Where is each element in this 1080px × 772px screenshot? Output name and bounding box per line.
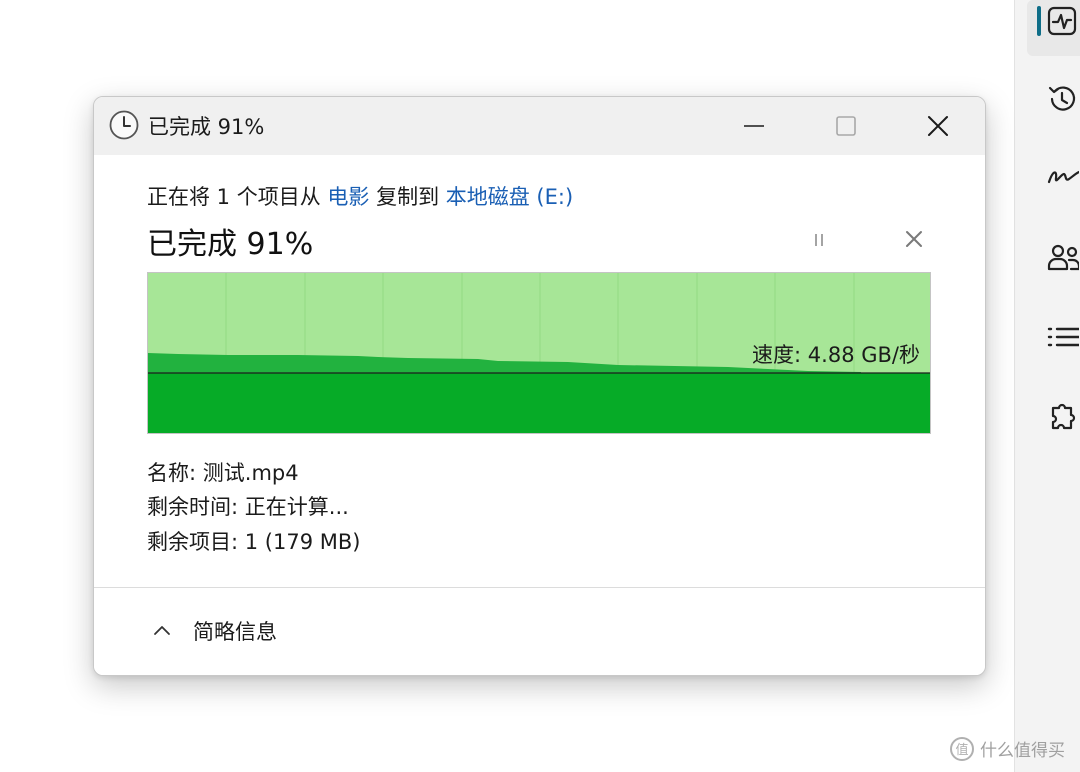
remaining-items-row: 剩余项目: 1 (179 MB) [147,526,360,556]
title-bar[interactable]: 已完成 91% [94,97,985,155]
signature-icon[interactable] [1045,160,1080,194]
destination-link[interactable]: 本地磁盘 (E:) [446,185,573,209]
remaining-time-label: 剩余时间: [147,495,239,519]
remaining-items-value: 1 (179 MB) [244,530,361,554]
maximize-button[interactable] [829,109,863,143]
remaining-time-row: 剩余时间: 正在计算... [147,491,349,521]
history-icon[interactable] [1045,82,1079,116]
side-panel [1014,0,1080,772]
puzzle-icon[interactable] [1045,400,1079,434]
copy-middle: 复制到 [369,185,446,209]
source-link[interactable]: 电影 [327,185,369,209]
maximize-icon [836,116,856,136]
users-icon[interactable] [1045,240,1080,274]
clock-icon [108,109,140,141]
chevron-up-icon [154,626,170,635]
copy-progress-dialog: 已完成 91% 正在将 1 个项目从 电影 复制到 本地磁盘 (E:) 已完成 … [93,96,986,676]
progress-fill [148,373,930,433]
pause-button[interactable] [806,227,832,253]
watermark-text: 什么值得买 [980,741,1065,761]
speed-graph: 速度: 4.88 GB/秒 [147,272,931,434]
progress-status: 已完成 91% [147,227,314,262]
list-icon[interactable] [1045,320,1080,354]
file-name-value: 测试.mp4 [202,461,299,485]
close-button[interactable] [921,109,955,143]
dialog-footer: 简略信息 [94,587,985,675]
fewer-details-toggle[interactable]: 简略信息 [149,613,277,649]
speed-label: 速度: 4.88 GB/秒 [752,343,920,367]
remaining-items-label: 剩余项目: [147,530,239,554]
cancel-copy-button[interactable] [900,225,928,253]
copy-prefix: 正在将 1 个项目从 [147,185,328,209]
activity-icon[interactable] [1045,4,1079,38]
copy-description: 正在将 1 个项目从 电影 复制到 本地磁盘 (E:) [147,181,573,211]
minimize-button[interactable] [737,109,771,143]
window-title: 已完成 91% [148,115,265,139]
fewer-details-label: 简略信息 [193,620,277,644]
file-name-row: 名称: 测试.mp4 [147,457,299,487]
close-icon [928,116,948,136]
pause-icon [815,234,823,246]
watermark-logo: 值 [950,736,974,761]
file-name-label: 名称: [147,461,197,485]
watermark: 值 什么值得买 [950,736,1065,761]
cancel-icon [906,231,922,247]
side-active-indicator [1037,6,1041,36]
remaining-time-value: 正在计算... [244,495,349,519]
